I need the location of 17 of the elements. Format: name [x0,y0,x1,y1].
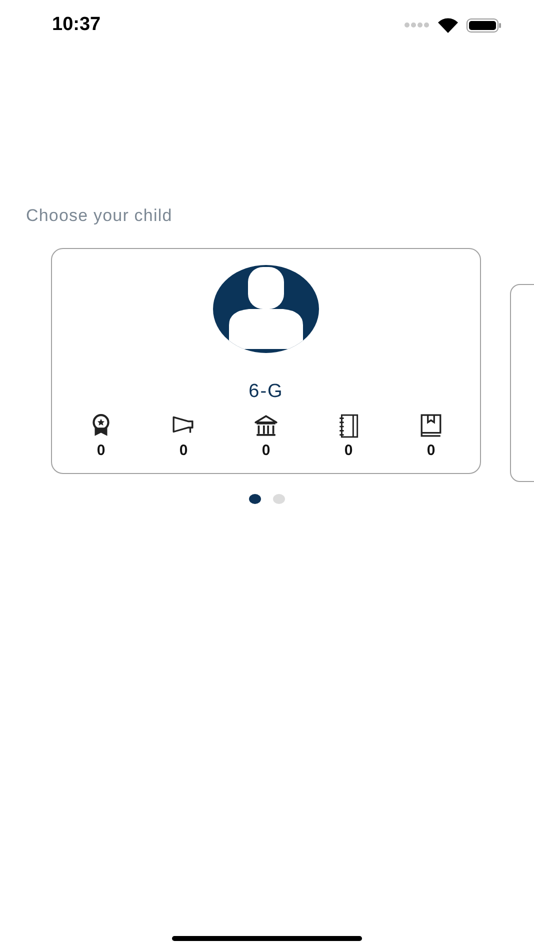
stat-count: 0 [344,442,353,459]
child-card[interactable]: 6-G 0 0 0 0 0 [51,248,481,474]
status-time: 10:37 [52,14,101,36]
section-heading: Choose your child [26,206,174,226]
book-icon [418,413,444,438]
stat-count: 0 [262,442,270,459]
class-name: 6-G [248,381,284,403]
battery-icon [466,18,502,32]
wifi-icon [438,18,458,32]
signal-icon [404,22,430,28]
building-icon [253,413,279,438]
stat-count: 0 [179,442,188,459]
stat-count: 0 [426,442,436,459]
page-dot[interactable] [249,494,261,504]
page-dot[interactable] [273,494,285,504]
stat-count: 0 [96,442,106,459]
avatar-icon [213,265,319,353]
